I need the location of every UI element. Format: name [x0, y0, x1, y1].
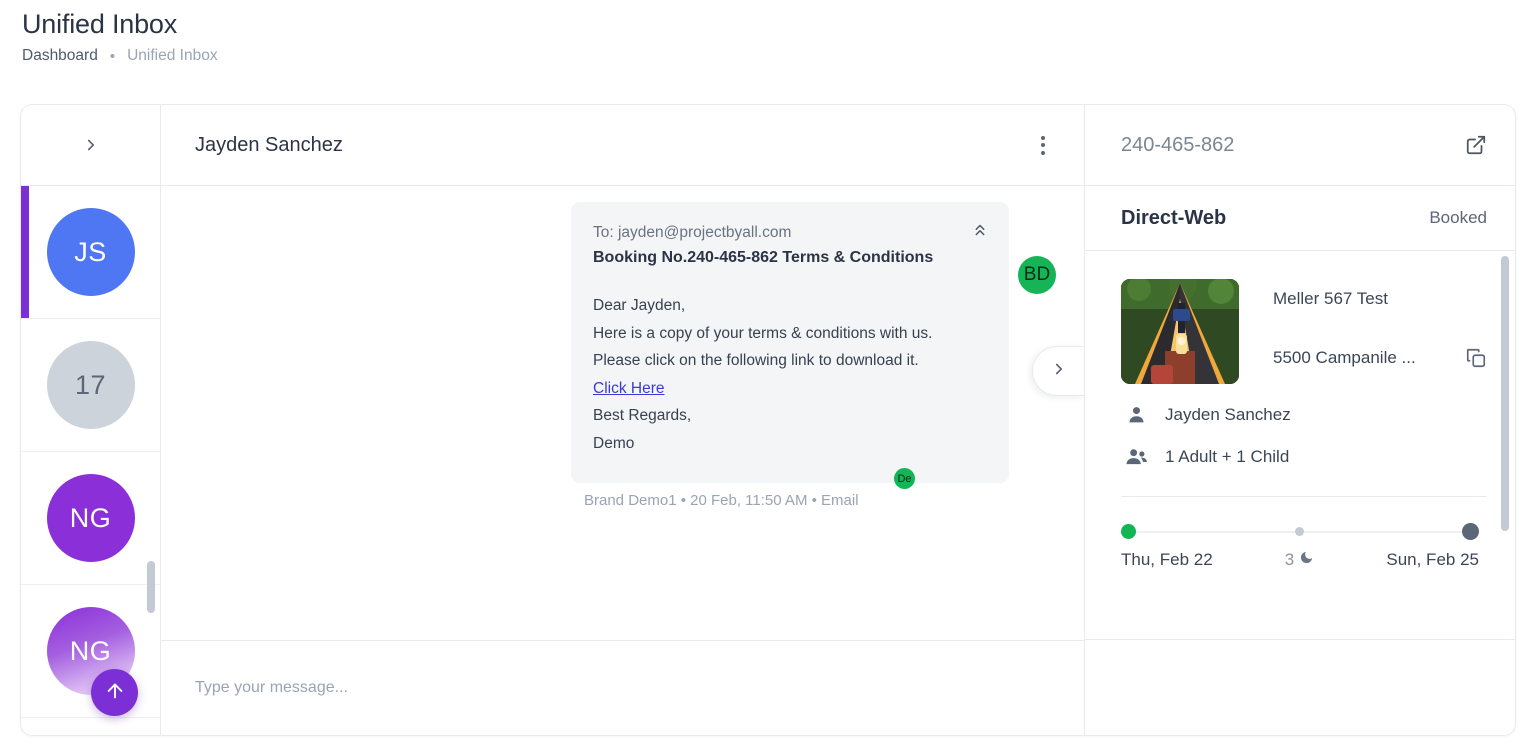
guest-name: Jayden Sanchez: [1165, 404, 1291, 424]
rail-item-1[interactable]: 17: [21, 319, 160, 452]
breadcrumb-current: Unified Inbox: [127, 47, 218, 64]
rail-conversation-list[interactable]: JS 17 NG NG: [21, 186, 160, 735]
check-out-dot: [1462, 523, 1479, 540]
status-badge: Booked: [1429, 208, 1487, 227]
property-address: 5500 Campanile ...: [1273, 348, 1416, 367]
check-in-date: Thu, Feb 22: [1121, 550, 1213, 569]
toggle-details-button[interactable]: [1032, 346, 1084, 396]
booking-channel-row: Direct-Web Booked: [1085, 186, 1515, 251]
message-bubble[interactable]: To: jayden@projectbyall.com Booking No.2…: [571, 202, 1009, 483]
booking-card: Meller 567 Test 5500 Campanile ... Jayde…: [1085, 251, 1515, 497]
stay-timeline: [1121, 523, 1479, 540]
nights-count: 3: [1284, 550, 1295, 569]
rail-item-0[interactable]: JS: [21, 186, 160, 319]
message-signature: Demo: [593, 434, 635, 452]
booking-panel: 240-465-862 Direct-Web Booked Meller 567…: [1085, 105, 1515, 735]
guest-row: Jayden Sanchez: [1121, 404, 1487, 425]
message-line: Here is a copy of your terms & condition…: [593, 324, 933, 342]
message-meta: Brand Demo1 • 20 Feb, 11:50 AM • Email: [584, 492, 859, 509]
message-line: Dear Jayden,: [593, 297, 686, 314]
rail-item-3[interactable]: NG: [21, 585, 160, 718]
avatar: NG: [46, 474, 135, 562]
message-row: To: jayden@projectbyall.com Booking No.2…: [161, 202, 1084, 509]
chevron-right-icon: [1050, 360, 1068, 383]
property-thumbnail: [1121, 279, 1239, 384]
message-closing: Best Regards,: [593, 407, 692, 424]
breadcrumb-dashboard[interactable]: Dashboard: [22, 47, 98, 65]
arrow-up-icon: [104, 680, 126, 705]
stay-dates: Thu, Feb 22 3 Sun, Feb 25: [1085, 497, 1515, 570]
scroll-to-top-button[interactable]: [91, 669, 138, 716]
stay-labels: Thu, Feb 22 3 Sun, Feb 25: [1121, 550, 1479, 570]
chevron-right-icon: [82, 136, 100, 154]
person-icon: [1123, 404, 1149, 425]
booking-number: 240-465-862: [1121, 133, 1235, 156]
timeline-line: [1136, 530, 1295, 533]
inbox-board: JS 17 NG NG Jayden Sanchez To: jayden@pr…: [20, 104, 1516, 736]
download-link[interactable]: Click Here: [593, 375, 664, 403]
chevrons-up-icon[interactable]: [971, 221, 989, 244]
avatar-initials: NG: [69, 502, 112, 533]
nights-dot: [1294, 527, 1304, 536]
breadcrumb: Dashboard • Unified Inbox: [22, 47, 218, 65]
booking-scroll-area: Meller 567 Test 5500 Campanile ... Jayde…: [1085, 251, 1515, 639]
booking-card-top: Meller 567 Test 5500 Campanile ...: [1121, 279, 1487, 384]
timeline-line: [1303, 530, 1462, 533]
message-input[interactable]: [195, 679, 1050, 697]
booking-card-info: Meller 567 Test 5500 Campanile ...: [1239, 279, 1487, 369]
copy-icon[interactable]: [1457, 347, 1487, 369]
check-out-date: Sun, Feb 25: [1386, 550, 1479, 569]
message-composer: [161, 640, 1084, 735]
conversation-rail: JS 17 NG NG: [21, 105, 161, 735]
external-link-icon[interactable]: [1465, 134, 1487, 156]
booking-header: 240-465-862: [1085, 105, 1515, 186]
rail-header: [21, 105, 160, 186]
booking-scrollbar[interactable]: [1501, 256, 1509, 531]
rail-item-2[interactable]: NG: [21, 452, 160, 585]
conversation-contact-name: Jayden Sanchez: [195, 133, 343, 156]
message-body: Dear Jayden, Here is a copy of your term…: [593, 292, 987, 457]
breadcrumb-separator: •: [109, 47, 116, 65]
channel-badge: De: [894, 468, 915, 489]
expand-list-button[interactable]: [74, 128, 108, 162]
avatar: JS: [46, 208, 135, 296]
avatar-count-label: 17: [74, 369, 107, 400]
message-list: To: jayden@projectbyall.com Booking No.2…: [161, 186, 1084, 640]
message-line: Please click on the following link to do…: [593, 352, 919, 369]
rail-scrollbar[interactable]: [147, 561, 155, 613]
property-address-row: 5500 Campanile ...: [1273, 347, 1487, 369]
property-name: Meller 567 Test: [1273, 289, 1388, 308]
occupancy: 1 Adult + 1 Child: [1165, 446, 1290, 466]
message-subject: Booking No.240-465-862 Terms & Condition…: [593, 249, 934, 266]
booking-channel: Direct-Web: [1121, 206, 1227, 229]
check-in-dot: [1121, 524, 1136, 539]
moon-icon: [1299, 550, 1314, 570]
booking-footer: [1085, 639, 1515, 735]
avatar-initials: NG: [69, 635, 112, 666]
avatar-count: 17: [46, 341, 135, 429]
people-icon: [1123, 445, 1149, 468]
message-block: To: jayden@projectbyall.com Booking No.2…: [571, 202, 1009, 509]
message-recipient: To: jayden@projectbyall.com: [593, 224, 792, 241]
page-title: Unified Inbox: [22, 9, 177, 39]
message-sender-avatar: BD: [1018, 256, 1056, 294]
occupancy-row: 1 Adult + 1 Child: [1121, 445, 1487, 468]
page-header: Unified Inbox Dashboard • Unified Inbox: [22, 6, 218, 65]
conversation-pane: Jayden Sanchez To: jayden@projectbyall.c…: [161, 105, 1085, 735]
kebab-menu-icon[interactable]: [1028, 130, 1058, 160]
nights-label: 3: [1285, 550, 1314, 570]
avatar-initials: JS: [74, 236, 107, 267]
conversation-header: Jayden Sanchez: [161, 105, 1084, 186]
